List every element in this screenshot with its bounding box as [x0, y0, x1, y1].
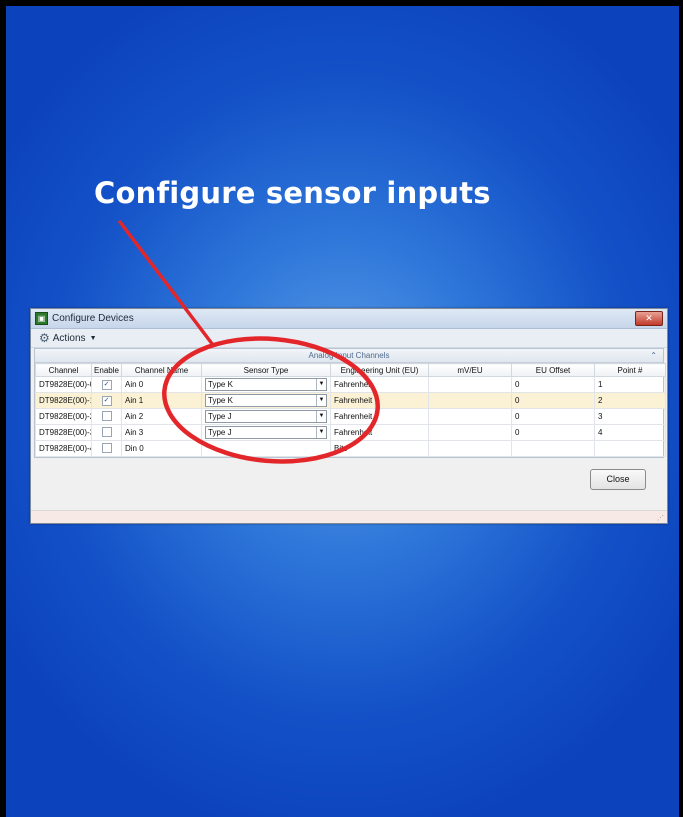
callout-pointer-line [118, 220, 215, 347]
callout-overlay [118, 220, 380, 464]
callout-ellipse [162, 336, 380, 464]
